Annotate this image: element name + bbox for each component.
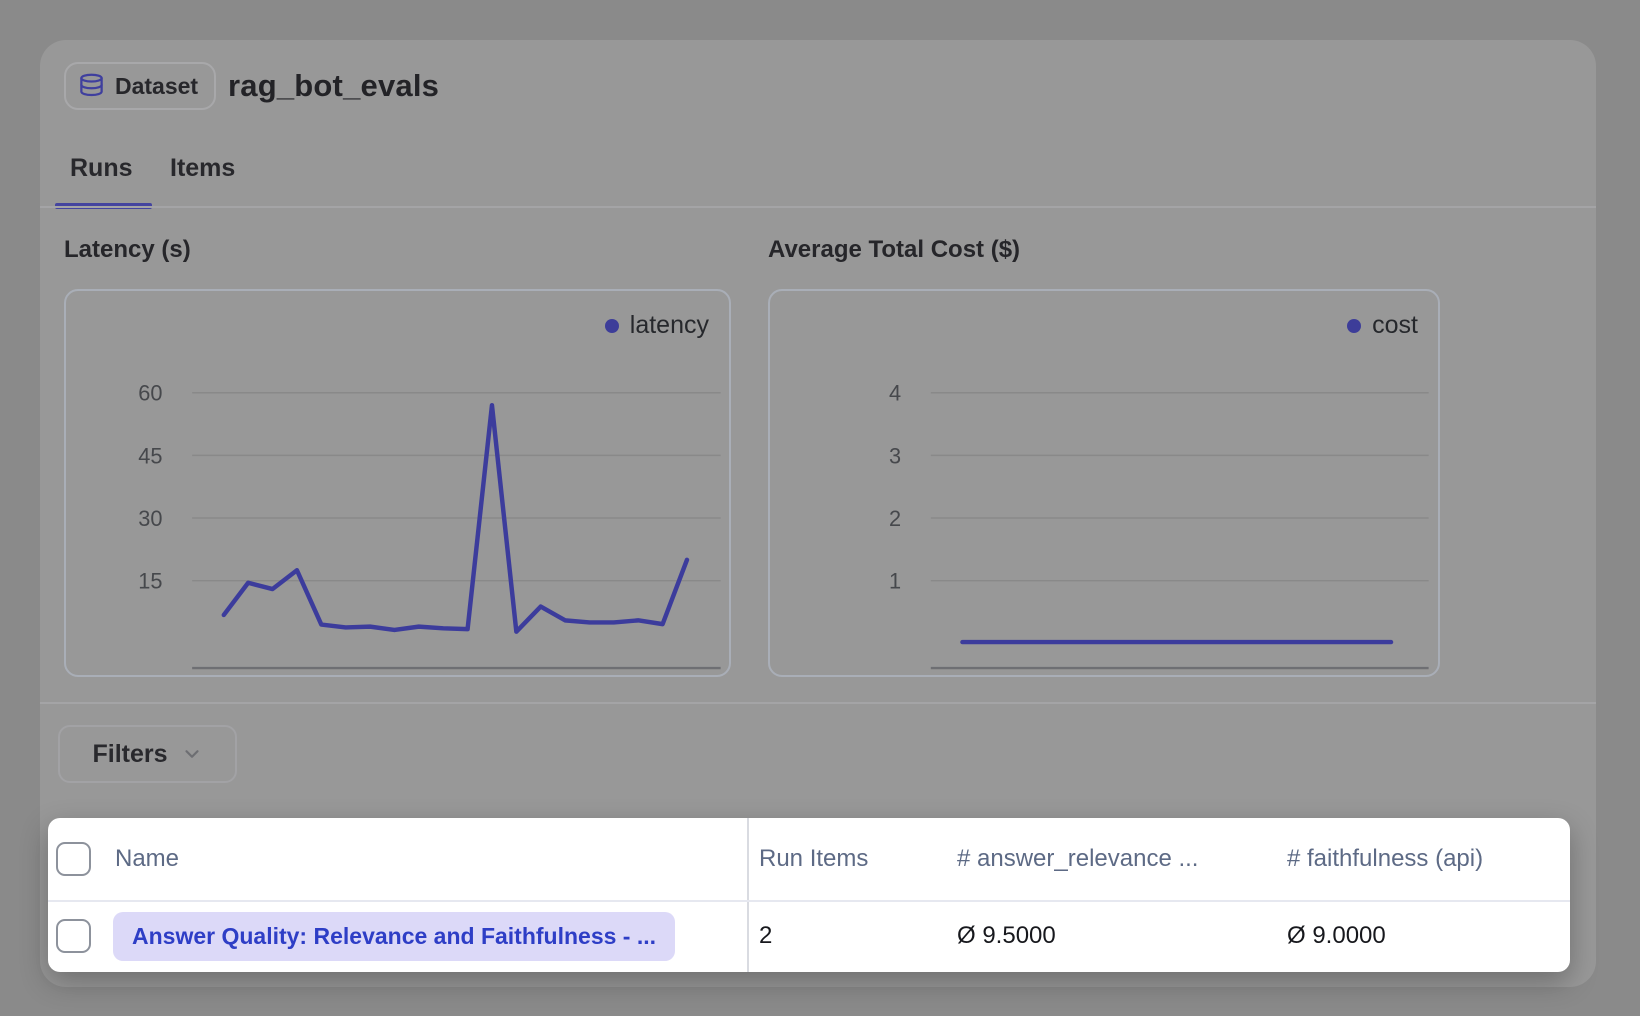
cost-line-chart: 1 2 3 4 bbox=[770, 291, 1438, 675]
cost-legend-label: cost bbox=[1372, 311, 1418, 340]
cost-legend-dot-icon bbox=[1347, 319, 1361, 333]
svg-text:30: 30 bbox=[138, 506, 162, 531]
svg-text:15: 15 bbox=[138, 569, 162, 594]
section-divider bbox=[40, 702, 1596, 704]
cost-legend[interactable]: cost bbox=[1347, 311, 1418, 340]
tabs-divider bbox=[40, 206, 1596, 208]
page-title: rag_bot_evals bbox=[228, 68, 439, 104]
dataset-panel: Dataset rag_bot_evals Runs Items Latency… bbox=[40, 40, 1596, 987]
svg-text:60: 60 bbox=[138, 381, 162, 406]
filters-button[interactable]: Filters bbox=[58, 725, 237, 783]
chevron-down-icon bbox=[181, 743, 203, 765]
tab-runs[interactable]: Runs bbox=[70, 154, 133, 183]
cost-chart-title: Average Total Cost ($) bbox=[768, 236, 1020, 264]
runs-table-grid-lines bbox=[48, 818, 1570, 972]
header-row-divider bbox=[48, 900, 1570, 902]
svg-text:4: 4 bbox=[889, 381, 901, 406]
dataset-badge-label: Dataset bbox=[115, 73, 198, 100]
tab-items[interactable]: Items bbox=[170, 154, 235, 183]
tab-bar: Runs Items bbox=[40, 146, 1596, 208]
runs-table: Name Run Items # answer_relevance ... # … bbox=[48, 818, 1570, 972]
app-screenshot: { "header": { "badge_label": "Dataset", … bbox=[0, 0, 1640, 1016]
database-icon bbox=[78, 71, 105, 101]
dataset-badge: Dataset bbox=[64, 62, 216, 110]
filters-button-label: Filters bbox=[92, 740, 167, 769]
latency-line-chart: 15 30 45 60 bbox=[66, 291, 729, 675]
svg-text:3: 3 bbox=[889, 443, 901, 468]
latency-legend-dot-icon bbox=[605, 319, 619, 333]
latency-chart-title: Latency (s) bbox=[64, 236, 191, 264]
latency-chart-card: 15 30 45 60 latency bbox=[64, 289, 731, 677]
column-divider bbox=[747, 818, 749, 972]
svg-text:1: 1 bbox=[889, 569, 901, 594]
latency-legend-label: latency bbox=[630, 311, 709, 340]
svg-text:45: 45 bbox=[138, 443, 162, 468]
latency-legend[interactable]: latency bbox=[605, 311, 709, 340]
svg-text:2: 2 bbox=[889, 506, 901, 531]
cost-chart-card: 1 2 3 4 cost bbox=[768, 289, 1440, 677]
